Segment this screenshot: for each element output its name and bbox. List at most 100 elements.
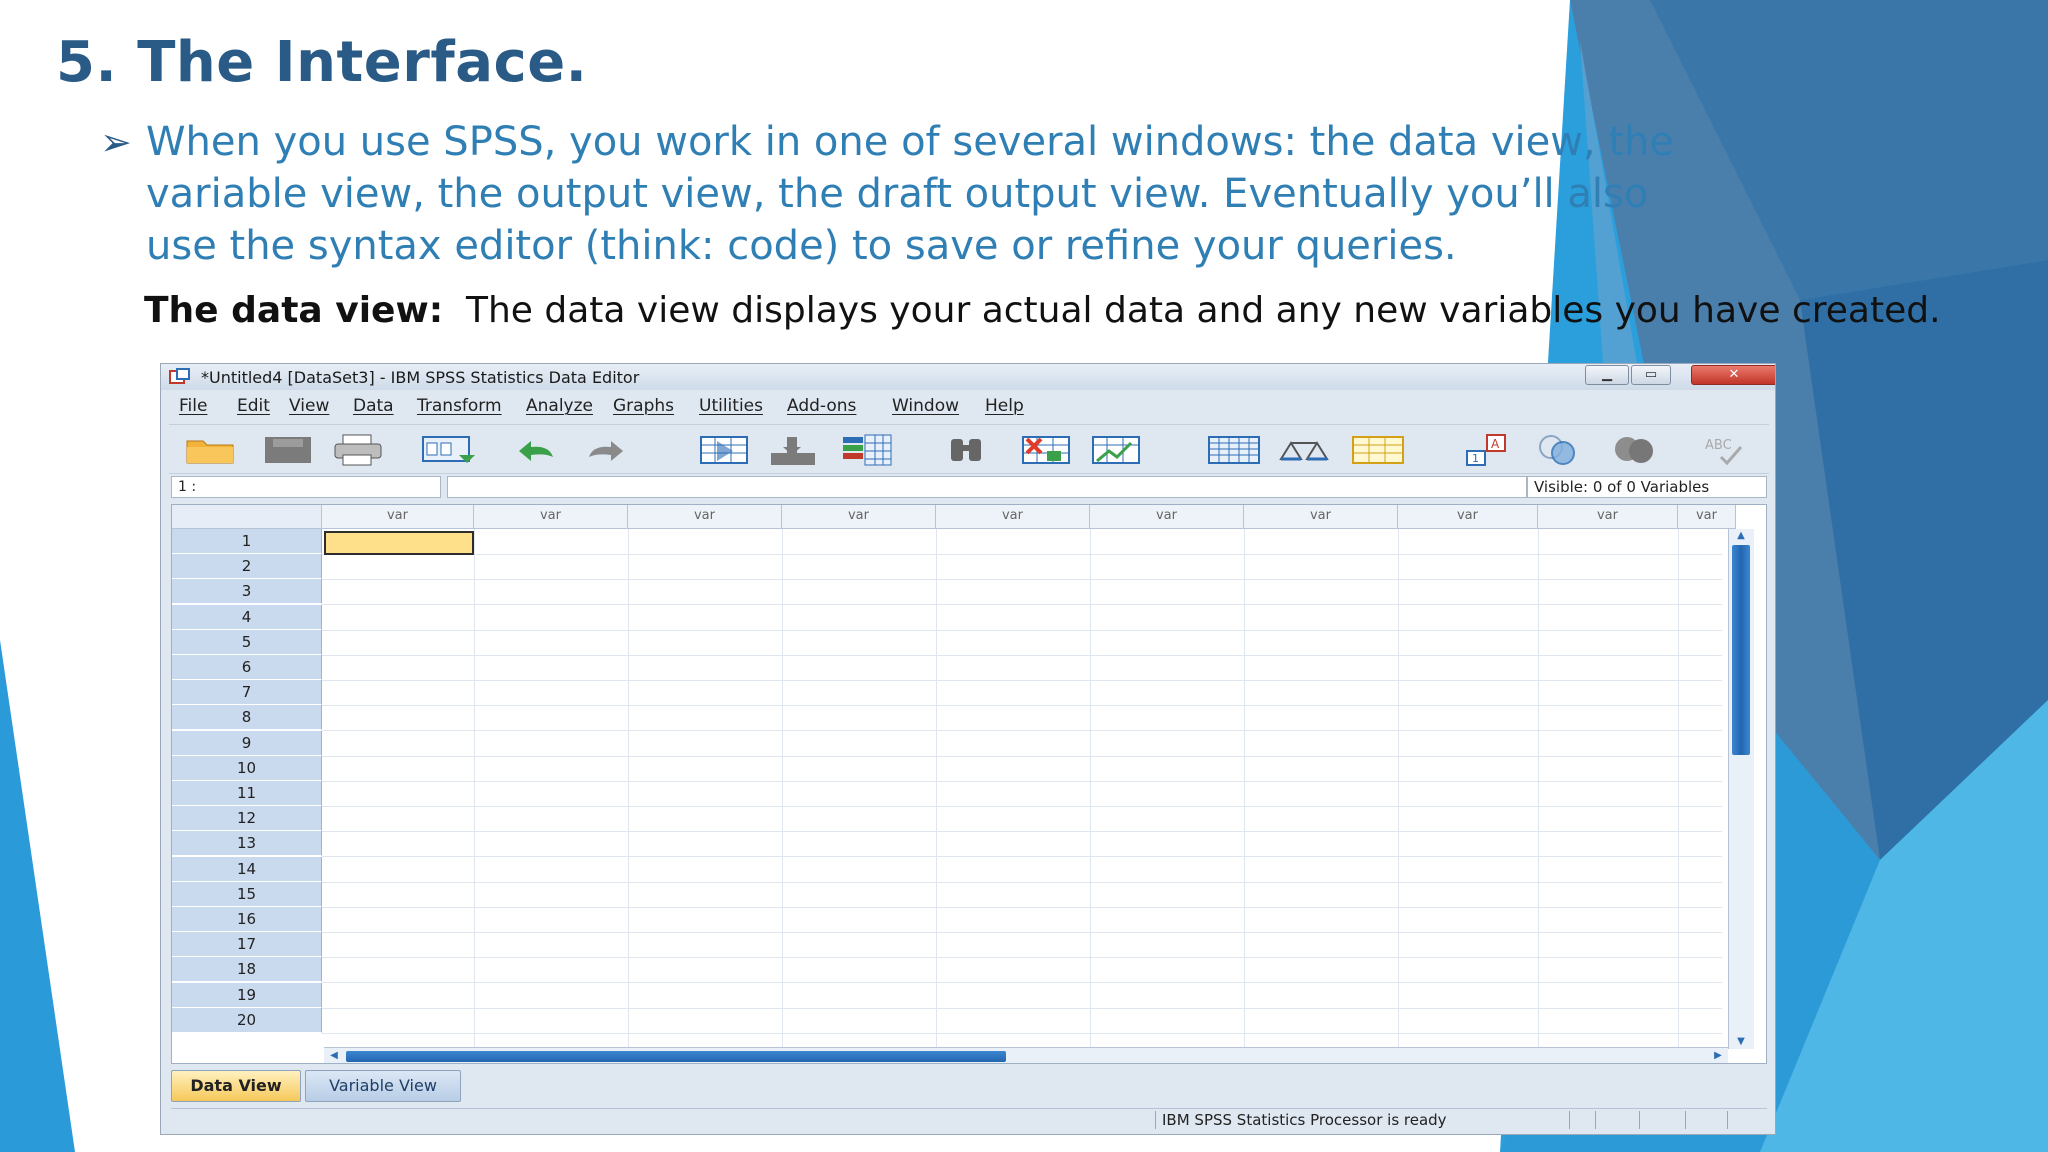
svg-text:ABC: ABC: [1705, 438, 1732, 453]
row-header[interactable]: 20: [172, 1007, 322, 1033]
redo-icon[interactable]: [579, 433, 637, 467]
grid-row-line: [322, 755, 1722, 757]
menu-edit[interactable]: Edit: [237, 396, 270, 416]
row-header[interactable]: 15: [172, 881, 322, 907]
insert-cases-icon[interactable]: [1017, 433, 1075, 467]
vertical-scrollbar[interactable]: ▲ ▼: [1728, 529, 1754, 1049]
column-header[interactable]: var: [1538, 505, 1678, 529]
status-divider: [1569, 1111, 1570, 1129]
row-header[interactable]: 9: [172, 730, 322, 756]
print-icon[interactable]: [329, 433, 387, 467]
insert-variable-icon[interactable]: [1087, 433, 1145, 467]
row-header[interactable]: 11: [172, 781, 322, 806]
show-all-variables-icon[interactable]: [1605, 433, 1663, 467]
row-header[interactable]: 5: [172, 629, 322, 655]
row-header[interactable]: 17: [172, 932, 322, 958]
tab-variable-view[interactable]: Variable View: [305, 1070, 461, 1102]
cell-value-input[interactable]: [447, 476, 1527, 498]
slide-title: 5. The Interface.: [56, 30, 588, 95]
weight-cases-icon[interactable]: [1275, 433, 1333, 467]
grid-corner: [172, 505, 322, 529]
grid-row-line: [322, 806, 1722, 807]
recall-dialog-icon[interactable]: [419, 433, 477, 467]
grid-column-line: [628, 529, 629, 1049]
row-header[interactable]: 6: [172, 655, 322, 680]
column-header[interactable]: var: [782, 505, 936, 529]
split-file-icon[interactable]: [1205, 433, 1263, 467]
row-header[interactable]: 16: [172, 907, 322, 932]
column-header[interactable]: var: [1398, 505, 1538, 529]
horizontal-scrollbar[interactable]: ◀ ▶: [324, 1047, 1728, 1063]
column-header[interactable]: var: [322, 505, 474, 529]
maximize-button[interactable]: ▭: [1631, 365, 1671, 385]
row-header[interactable]: 8: [172, 705, 322, 731]
spell-check-icon[interactable]: ABC: [1699, 433, 1757, 467]
cell-editor-bar: 1 : Visible: 0 of 0 Variables: [171, 476, 1767, 500]
active-cell[interactable]: [324, 531, 474, 555]
menu-add-ons[interactable]: Add-ons: [787, 396, 856, 416]
grid-row-line: [322, 982, 1722, 984]
scroll-up-icon[interactable]: ▲: [1731, 529, 1751, 543]
column-header[interactable]: var: [474, 505, 628, 529]
row-header[interactable]: 7: [172, 680, 322, 706]
grid-row-line: [322, 730, 1722, 732]
grid-column-line: [936, 529, 937, 1049]
minimize-button[interactable]: ▁: [1585, 365, 1629, 385]
grid-row-line: [322, 906, 1722, 908]
menu-file[interactable]: File: [179, 396, 207, 416]
menu-graphs[interactable]: Graphs: [613, 396, 674, 416]
column-header[interactable]: var: [1244, 505, 1398, 529]
tab-data-view[interactable]: Data View: [171, 1070, 301, 1102]
menu-data[interactable]: Data: [353, 396, 394, 416]
grid-row-line: [322, 831, 1722, 833]
row-header[interactable]: 3: [172, 579, 322, 605]
grid-row-line: [322, 554, 1722, 555]
value-labels-icon[interactable]: A1: [1459, 433, 1517, 467]
row-header[interactable]: 14: [172, 856, 322, 882]
menu-window[interactable]: Window: [892, 396, 959, 416]
scroll-down-icon[interactable]: ▼: [1731, 1035, 1751, 1049]
row-header[interactable]: 1: [172, 529, 322, 554]
column-header[interactable]: var: [1678, 505, 1736, 529]
use-sets-icon[interactable]: [1529, 433, 1587, 467]
grid-column-line: [474, 529, 475, 1049]
menu-analyze[interactable]: Analyze: [526, 396, 593, 416]
menu-transform[interactable]: Transform: [417, 396, 502, 416]
menu-help[interactable]: Help: [985, 396, 1024, 416]
open-folder-icon[interactable]: [183, 433, 241, 467]
variables-icon[interactable]: [839, 433, 897, 467]
column-header[interactable]: var: [628, 505, 782, 529]
goto-variable-icon[interactable]: [765, 433, 823, 467]
menu-view[interactable]: View: [289, 396, 329, 416]
column-header[interactable]: var: [936, 505, 1090, 529]
row-header[interactable]: 18: [172, 957, 322, 983]
undo-icon[interactable]: [509, 433, 567, 467]
scroll-left-icon[interactable]: ◀: [326, 1049, 342, 1063]
grid-row-line: [322, 780, 1722, 782]
vertical-scroll-thumb[interactable]: [1732, 545, 1750, 755]
find-icon[interactable]: [937, 433, 995, 467]
grid-column-line: [782, 529, 783, 1049]
grid-column-line: [1090, 529, 1091, 1049]
row-header[interactable]: 12: [172, 806, 322, 832]
spss-data-editor-window: *Untitled4 [DataSet3] - IBM SPSS Statist…: [160, 363, 1776, 1135]
scroll-right-icon[interactable]: ▶: [1710, 1049, 1726, 1063]
save-icon[interactable]: [259, 433, 317, 467]
spss-app-icon: [169, 368, 190, 384]
row-header[interactable]: 2: [172, 554, 322, 580]
row-header[interactable]: 4: [172, 604, 322, 630]
status-divider: [1639, 1111, 1640, 1129]
select-cases-icon[interactable]: [1349, 433, 1407, 467]
row-header[interactable]: 13: [172, 831, 322, 857]
bullet-text: When you use SPSS, you work in one of se…: [146, 119, 1675, 269]
column-header[interactable]: var: [1090, 505, 1244, 529]
data-grid: var var var var var var var var var var 123456789…: [171, 504, 1767, 1064]
row-header[interactable]: 10: [172, 755, 322, 781]
svg-text:A: A: [1491, 437, 1500, 451]
goto-case-icon[interactable]: [695, 433, 753, 467]
menu-utilities[interactable]: Utilities: [699, 396, 763, 416]
row-header[interactable]: 19: [172, 982, 322, 1008]
close-button[interactable]: ✕: [1691, 365, 1775, 385]
horizontal-scroll-thumb[interactable]: [346, 1051, 1006, 1062]
grid-row-line: [322, 881, 1722, 883]
